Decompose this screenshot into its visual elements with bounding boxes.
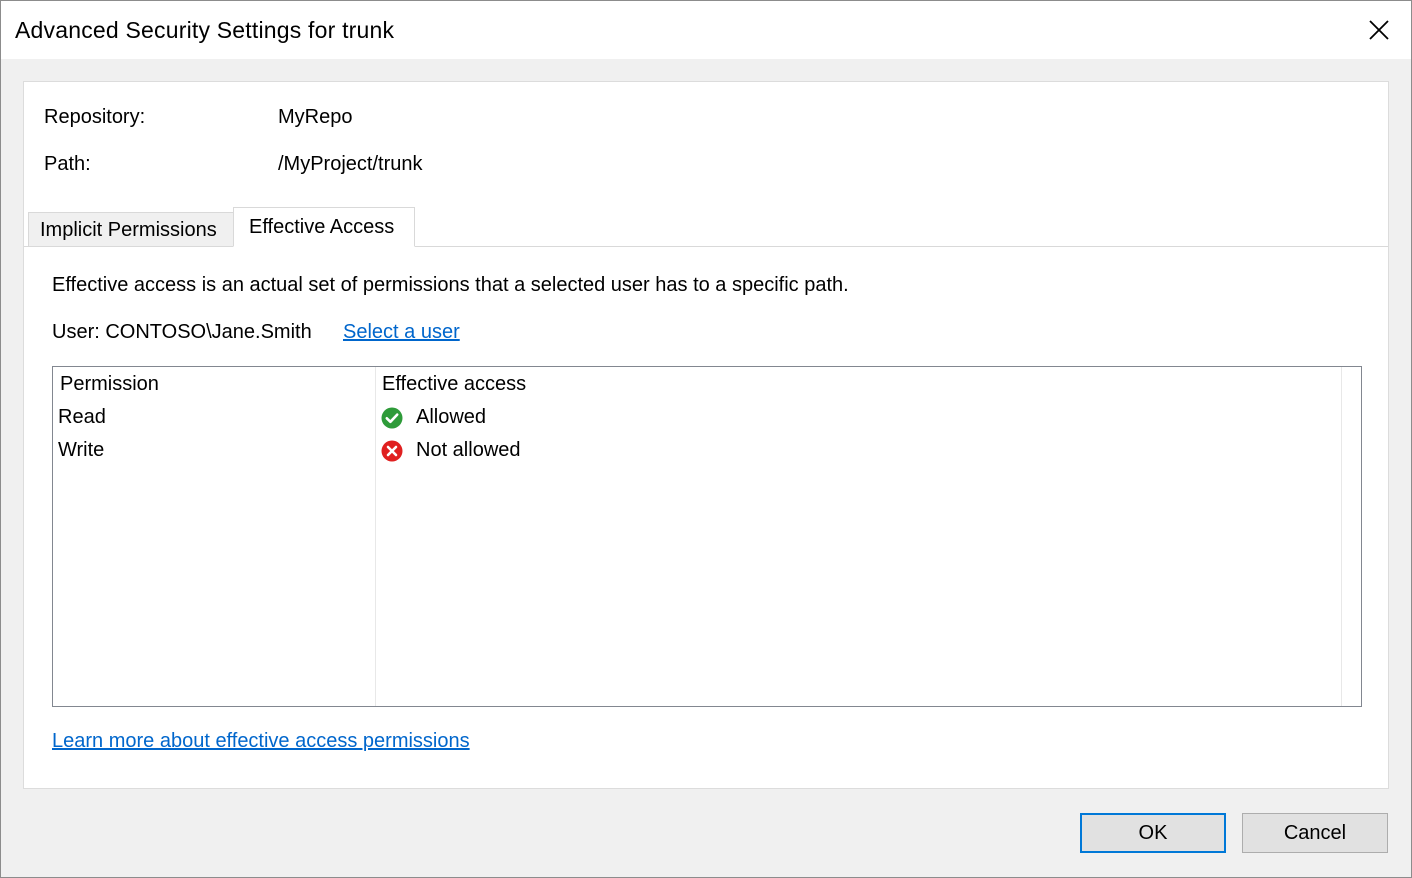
permission-cell: Write <box>58 439 105 461</box>
close-button[interactable] <box>1347 1 1411 59</box>
cancel-button[interactable]: Cancel <box>1242 813 1388 853</box>
tab-effective-access[interactable]: Effective Access <box>233 207 415 247</box>
column-divider <box>375 367 376 706</box>
permissions-table[interactable]: Permission Effective access Read Allowed… <box>52 366 1362 707</box>
ok-button[interactable]: OK <box>1080 813 1226 853</box>
check-circle-icon <box>381 407 403 429</box>
permission-cell: Read <box>58 406 106 428</box>
content-panel: Repository: MyRepo Path: /MyProject/trun… <box>23 81 1389 789</box>
column-header-permission[interactable]: Permission <box>60 373 159 396</box>
selected-user-text: User: CONTOSO\Jane.Smith <box>52 321 312 343</box>
window-title: Advanced Security Settings for trunk <box>15 17 395 43</box>
security-settings-dialog: Advanced Security Settings for trunk Rep… <box>0 0 1412 878</box>
access-cell: Not allowed <box>416 439 521 461</box>
repository-label: Repository: <box>44 106 146 128</box>
path-label: Path: <box>44 153 91 175</box>
column-header-effective-access[interactable]: Effective access <box>382 373 526 396</box>
close-icon <box>1369 20 1389 40</box>
effective-access-description: Effective access is an actual set of per… <box>52 274 849 296</box>
access-cell: Allowed <box>416 406 487 428</box>
tab-implicit-permissions[interactable]: Implicit Permissions <box>28 212 234 246</box>
title-bar: Advanced Security Settings for trunk <box>1 1 1411 59</box>
column-divider <box>1341 367 1342 706</box>
x-circle-icon <box>381 440 403 462</box>
path-value: /MyProject/trunk <box>278 153 423 175</box>
repository-value: MyRepo <box>278 106 353 128</box>
learn-more-link[interactable]: Learn more about effective access permis… <box>52 730 470 753</box>
select-user-link[interactable]: Select a user <box>343 321 460 344</box>
tab-strip-divider <box>24 246 1388 247</box>
